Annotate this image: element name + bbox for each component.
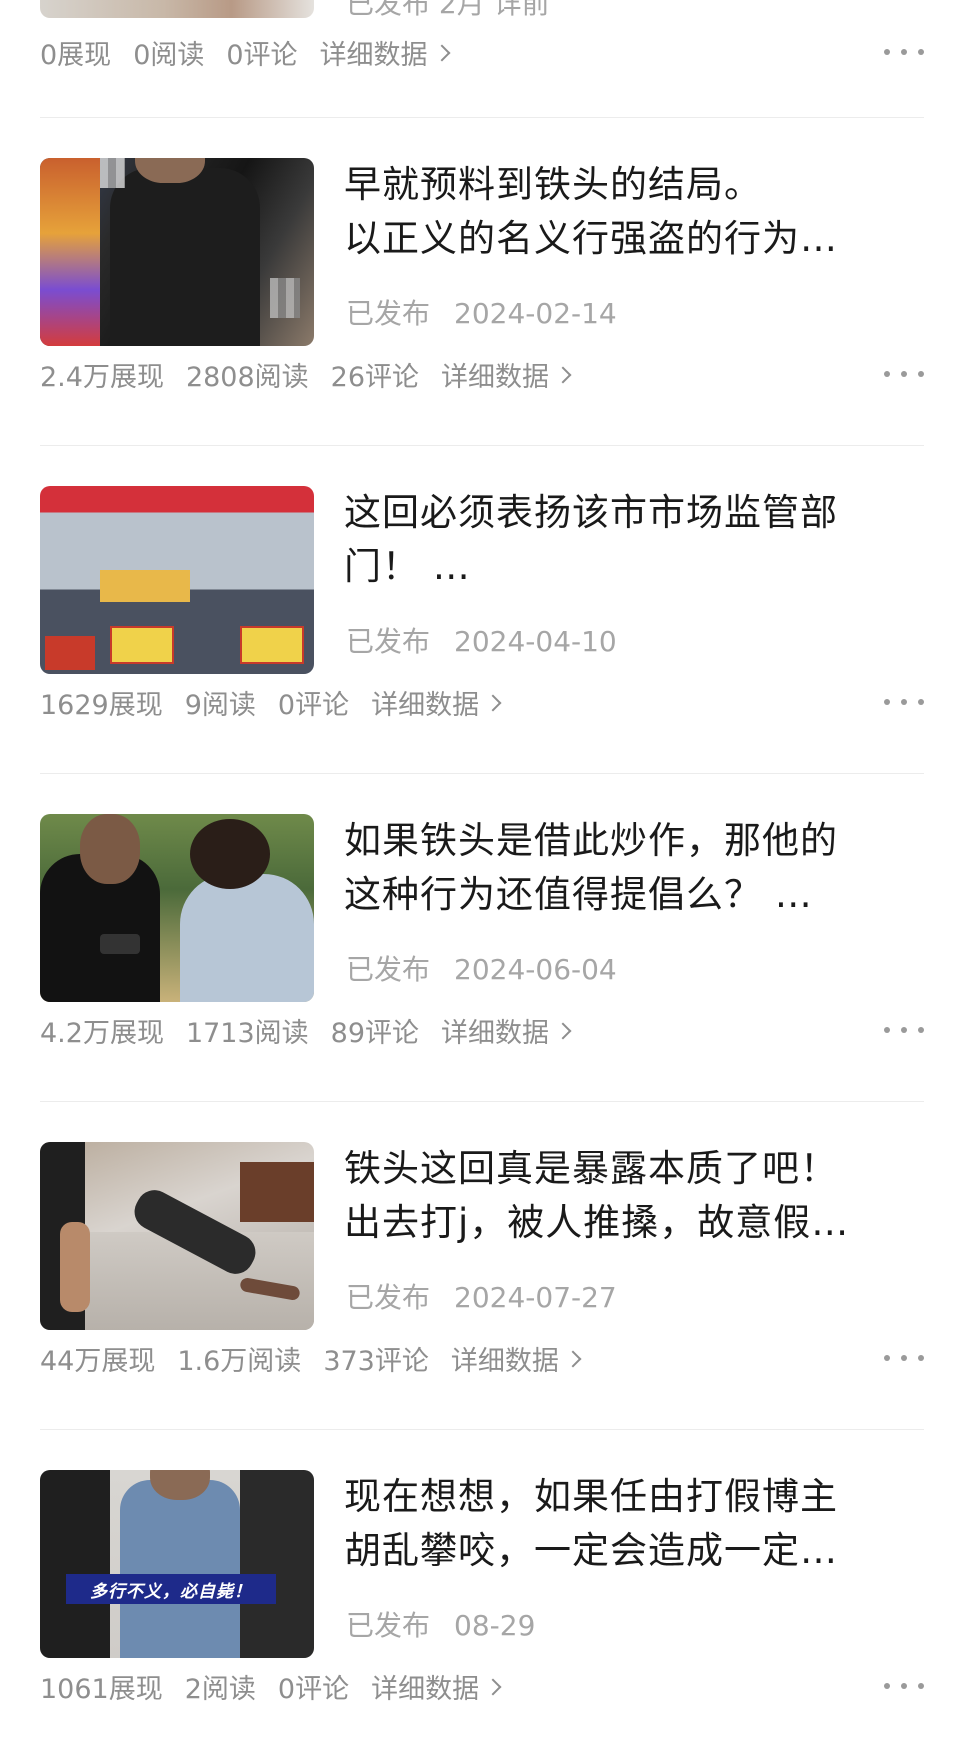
list-item-partial[interactable]: 已发布 2月 详前 0展现 0阅读 0评论 详细数据 bbox=[0, 0, 960, 118]
article-stats: 1629展现 9阅读 0评论 详细数据 bbox=[40, 683, 502, 722]
publish-date: 2024-07-27 bbox=[454, 1281, 617, 1314]
more-icon[interactable] bbox=[884, 1668, 924, 1704]
detail-data-link[interactable]: 详细数据 bbox=[441, 355, 572, 394]
views-count: 1061展现 bbox=[40, 1673, 163, 1705]
publish-info: 已发布 2024-07-27 bbox=[346, 1276, 617, 1316]
article-title-line: 这种行为还值得提倡么？ … bbox=[344, 873, 813, 916]
chevron-right-icon bbox=[484, 1678, 502, 1695]
chevron-right-icon bbox=[484, 694, 502, 711]
article-stats: 2.4万展现 2808阅读 26评论 详细数据 bbox=[40, 355, 572, 394]
more-icon[interactable] bbox=[884, 356, 924, 392]
publish-info: 已发布 2024-02-14 bbox=[346, 292, 617, 332]
detail-data-label: 详细数据 bbox=[450, 1345, 559, 1377]
comments-count: 89评论 bbox=[330, 1017, 420, 1049]
more-icon[interactable] bbox=[884, 1012, 924, 1048]
article-title-line: 胡乱攀咬，一定会造成一定… bbox=[344, 1529, 838, 1572]
article-stats: 4.2万展现 1713阅读 89评论 详细数据 bbox=[40, 1011, 572, 1050]
publish-info: 已发布 2024-04-10 bbox=[346, 620, 617, 660]
publish-date: 2024-06-04 bbox=[454, 953, 617, 986]
reads-count: 1.6万阅读 bbox=[177, 1345, 302, 1377]
publish-status: 已发布 bbox=[346, 625, 431, 658]
article-thumbnail[interactable] bbox=[40, 158, 314, 346]
list-item[interactable]: 早就预料到铁头的结局。 以正义的名义行强盗的行为… 已发布 2024-02-14 … bbox=[0, 118, 960, 446]
views-count: 44万展现 bbox=[40, 1345, 156, 1377]
publish-info: 已发布 08-29 bbox=[346, 1604, 535, 1644]
publish-status: 已发布 bbox=[346, 297, 431, 330]
views-count: 1629展现 bbox=[40, 689, 163, 721]
publish-date: 08-29 bbox=[454, 1609, 536, 1642]
publish-status: 已发布 bbox=[346, 1281, 431, 1314]
chevron-right-icon bbox=[554, 1022, 572, 1039]
detail-data-label: 详细数据 bbox=[371, 689, 480, 721]
article-thumbnail[interactable] bbox=[40, 486, 314, 674]
publish-date: 2024-04-10 bbox=[454, 625, 617, 658]
detail-data-link[interactable]: 详细数据 bbox=[371, 1667, 502, 1706]
thumbnail-caption: 多行不义，必自毙！ bbox=[66, 1574, 276, 1604]
article-title[interactable]: 如果铁头是借此炒作，那他的 这种行为还值得提倡么？ … bbox=[344, 814, 924, 922]
article-thumbnail[interactable] bbox=[40, 814, 314, 1002]
detail-data-label: 详细数据 bbox=[371, 1673, 480, 1705]
detail-data-label: 详细数据 bbox=[441, 361, 550, 393]
article-title-line: 以正义的名义行强盗的行为… bbox=[344, 217, 838, 260]
reads-count: 0阅读 bbox=[133, 39, 205, 71]
more-icon[interactable] bbox=[884, 1340, 924, 1376]
article-title-line: 如果铁头是借此炒作，那他的 bbox=[344, 819, 838, 862]
detail-data-link[interactable]: 详细数据 bbox=[450, 1339, 582, 1378]
article-title-line: 这回必须表扬该市市场监管部 bbox=[344, 491, 838, 534]
article-title[interactable]: 这回必须表扬该市市场监管部 门！ … bbox=[344, 486, 924, 594]
detail-data-label: 详细数据 bbox=[441, 1017, 550, 1049]
article-stats: 1061展现 2阅读 0评论 详细数据 bbox=[40, 1667, 502, 1706]
reads-count: 2阅读 bbox=[184, 1673, 256, 1705]
detail-data-link[interactable]: 详细数据 bbox=[441, 1011, 572, 1050]
chevron-right-icon bbox=[433, 44, 451, 61]
publish-info: 已发布 2024-06-04 bbox=[346, 948, 617, 988]
views-count: 2.4万展现 bbox=[40, 361, 164, 393]
article-title-line: 门！ … bbox=[344, 545, 471, 588]
comments-count: 0评论 bbox=[226, 39, 298, 71]
more-icon[interactable] bbox=[884, 34, 924, 70]
publish-status: 已发布 bbox=[346, 1609, 431, 1642]
list-item[interactable]: 这回必须表扬该市市场监管部 门！ … 已发布 2024-04-10 1629展现 … bbox=[0, 446, 960, 774]
publish-status: 已发布 bbox=[346, 953, 431, 986]
article-title[interactable]: 现在想想，如果任由打假博主 胡乱攀咬，一定会造成一定… bbox=[344, 1470, 924, 1578]
reads-count: 9阅读 bbox=[184, 689, 256, 721]
article-list: 已发布 2月 详前 0展现 0阅读 0评论 详细数据 早就预料到铁头的结局。 以… bbox=[0, 0, 960, 1734]
chevron-right-icon bbox=[554, 366, 572, 383]
comments-count: 373评论 bbox=[323, 1345, 429, 1377]
views-count: 0展现 bbox=[40, 39, 112, 71]
reads-count: 2808阅读 bbox=[185, 361, 309, 393]
article-title[interactable]: 早就预料到铁头的结局。 以正义的名义行强盗的行为… bbox=[344, 158, 924, 266]
article-stats: 44万展现 1.6万阅读 373评论 详细数据 bbox=[40, 1339, 582, 1378]
comments-count: 26评论 bbox=[330, 361, 420, 393]
detail-data-link[interactable]: 详细数据 bbox=[319, 33, 451, 72]
article-thumbnail[interactable]: 多行不义，必自毙！ bbox=[40, 1470, 314, 1658]
publish-status: 已发布 2月 详前 bbox=[346, 0, 550, 20]
comments-count: 0评论 bbox=[277, 1673, 350, 1705]
reads-count: 1713阅读 bbox=[185, 1017, 309, 1049]
detail-data-link[interactable]: 详细数据 bbox=[371, 683, 502, 722]
article-title-line: 铁头这回真是暴露本质了吧！ bbox=[344, 1147, 838, 1190]
article-title-line: 现在想想，如果任由打假博主 bbox=[344, 1475, 838, 1518]
detail-data-label: 详细数据 bbox=[319, 39, 428, 71]
views-count: 4.2万展现 bbox=[40, 1017, 164, 1049]
more-icon[interactable] bbox=[884, 684, 924, 720]
list-item[interactable]: 多行不义，必自毙！ 现在想想，如果任由打假博主 胡乱攀咬，一定会造成一定… 已发… bbox=[0, 1430, 960, 1758]
article-stats: 0展现 0阅读 0评论 详细数据 bbox=[40, 33, 451, 72]
comments-count: 0评论 bbox=[277, 689, 350, 721]
article-thumbnail[interactable] bbox=[40, 0, 314, 18]
list-item[interactable]: 如果铁头是借此炒作，那他的 这种行为还值得提倡么？ … 已发布 2024-06-0… bbox=[0, 774, 960, 1102]
publish-date: 2024-02-14 bbox=[454, 297, 617, 330]
article-title-line: 出去打j，被人推搡，故意假… bbox=[344, 1201, 850, 1244]
article-title[interactable]: 铁头这回真是暴露本质了吧！ 出去打j，被人推搡，故意假… bbox=[344, 1142, 924, 1250]
chevron-right-icon bbox=[564, 1350, 582, 1367]
list-item[interactable]: 铁头这回真是暴露本质了吧！ 出去打j，被人推搡，故意假… 已发布 2024-07-… bbox=[0, 1102, 960, 1430]
article-thumbnail[interactable] bbox=[40, 1142, 314, 1330]
article-title-line: 早就预料到铁头的结局。 bbox=[344, 163, 762, 206]
